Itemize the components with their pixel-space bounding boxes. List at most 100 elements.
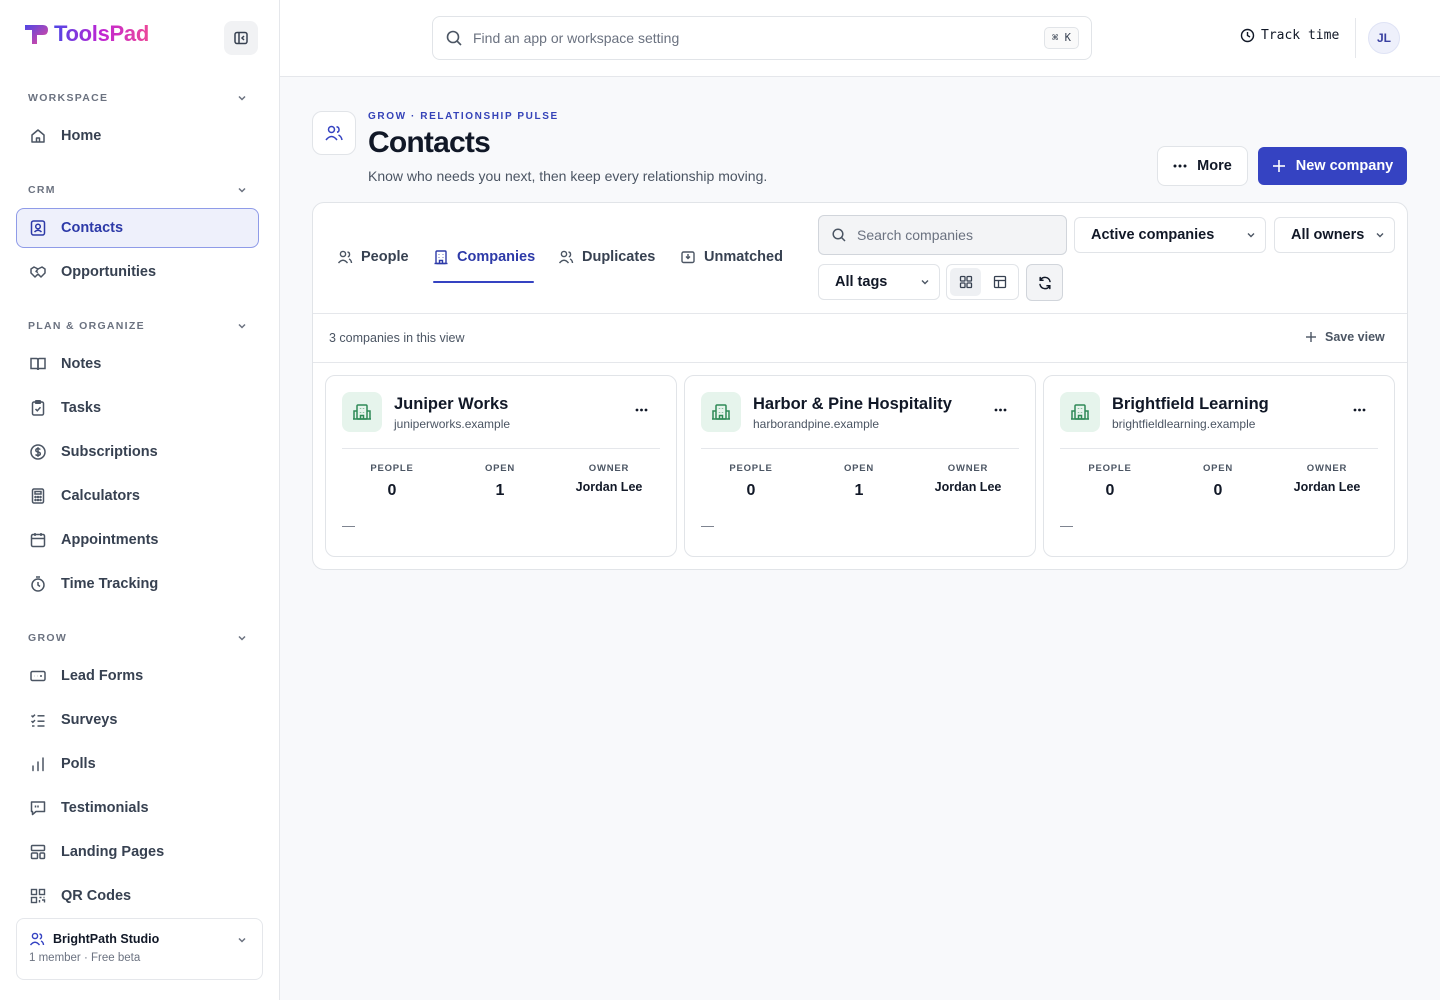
grid-view-button[interactable] [950, 268, 981, 296]
owner-select-value: All owners [1291, 227, 1365, 243]
owner-name: Jordan Lee [575, 480, 643, 494]
stat-label: OWNER [1306, 463, 1348, 474]
card-menu-button[interactable] [628, 398, 654, 422]
handshake-icon [30, 266, 46, 278]
sidebar-item-lead-forms[interactable]: Lead Forms [16, 656, 259, 696]
sidebar-item-calculators[interactable]: Calculators [16, 476, 259, 516]
company-name[interactable]: Juniper Works [394, 395, 508, 414]
user-avatar[interactable]: JL [1368, 22, 1400, 54]
sidebar-item-notes[interactable]: Notes [16, 344, 259, 384]
more-horizontal-icon [994, 408, 1006, 412]
workspace-switcher[interactable]: BrightPath Studio 1 member · Free beta [16, 918, 263, 980]
tab-label: Unmatched [704, 249, 783, 265]
tab-duplicates[interactable]: Duplicates [558, 249, 655, 265]
page-title: Contacts [368, 126, 491, 159]
clipboard-check-icon [31, 400, 45, 416]
chevron-down-icon [238, 323, 246, 329]
chevron-down-icon [238, 95, 246, 101]
page-icon [312, 111, 356, 155]
sidebar-item-opportunities[interactable]: Opportunities [16, 252, 259, 292]
plus-icon [1306, 332, 1316, 342]
chevron-down-icon [238, 635, 246, 641]
qr-code-icon [30, 888, 46, 904]
people-icon [337, 250, 353, 264]
company-note: — [701, 518, 714, 533]
company-name[interactable]: Brightfield Learning [1112, 395, 1269, 414]
company-icon [701, 392, 741, 432]
refresh-icon [1038, 276, 1051, 289]
collapse-sidebar-button[interactable] [224, 21, 258, 55]
bar-chart-icon [32, 757, 44, 772]
brand-logo[interactable]: ToolsPad [22, 20, 149, 48]
chevron-down-icon [1376, 233, 1384, 238]
company-domain: brightfieldlearning.example [1112, 417, 1256, 431]
people-count: 0 [387, 482, 397, 499]
sidebar-item-label: Surveys [61, 712, 118, 728]
tags-select[interactable]: All tags [818, 264, 940, 300]
global-search-input[interactable]: Find an app or workspace setting ⌘ K [432, 16, 1092, 60]
section-title: CRM [28, 184, 56, 196]
section-crm[interactable]: CRM [28, 184, 248, 196]
divider [1060, 448, 1378, 449]
sidebar-item-label: Lead Forms [61, 668, 144, 684]
section-title: PLAN & ORGANIZE [28, 320, 145, 332]
people-icon [325, 125, 343, 141]
tab-companies[interactable]: Companies [433, 249, 535, 265]
section-title: WORKSPACE [28, 92, 109, 104]
new-company-button[interactable]: New company [1258, 147, 1407, 185]
sidebar-item-qr-codes[interactable]: QR Codes [16, 876, 259, 916]
company-icon [342, 392, 382, 432]
company-search-input[interactable]: Search companies [818, 215, 1067, 255]
card-menu-button[interactable] [987, 398, 1013, 422]
company-card[interactable]: Brightfield Learning brightfieldlearning… [1043, 375, 1395, 557]
sidebar-item-label: Home [61, 128, 102, 144]
sidebar-item-polls[interactable]: Polls [16, 744, 259, 784]
sidebar-item-time-tracking[interactable]: Time Tracking [16, 564, 259, 604]
sidebar-item-label: Calculators [61, 488, 140, 504]
people-icon [558, 250, 574, 264]
sidebar-item-appointments[interactable]: Appointments [16, 520, 259, 560]
sidebar-item-home[interactable]: Home [16, 116, 259, 156]
more-button[interactable]: More [1157, 146, 1248, 186]
more-horizontal-icon [1353, 408, 1365, 412]
owner-stat: OWNER Jordan Lee [1277, 463, 1377, 494]
tab-unmatched[interactable]: Unmatched [680, 249, 783, 265]
section-title: GROW [28, 632, 68, 644]
sidebar-item-label: Opportunities [61, 264, 157, 280]
sidebar-item-landing-pages[interactable]: Landing Pages [16, 832, 259, 872]
company-note: — [342, 518, 355, 533]
track-time-button[interactable]: Track time [1240, 28, 1339, 43]
result-count: 3 companies in this view [329, 331, 465, 345]
refresh-button[interactable] [1026, 264, 1063, 301]
tab-label: Companies [457, 249, 536, 265]
companies-panel: People Companies Duplicates Unmatched Se… [312, 202, 1408, 570]
stat-label: OWNER [588, 463, 630, 474]
home-icon [31, 129, 45, 143]
company-card[interactable]: Harbor & Pine Hospitality harborandpine.… [684, 375, 1036, 557]
sidebar-item-tasks[interactable]: Tasks [16, 388, 259, 428]
owner-select[interactable]: All owners [1274, 217, 1395, 253]
status-select[interactable]: Active companies [1074, 217, 1266, 253]
tab-people[interactable]: People [337, 249, 409, 265]
sidebar-item-testimonials[interactable]: Testimonials [16, 788, 259, 828]
sidebar-item-contacts[interactable]: Contacts [16, 208, 259, 248]
open-stat: OPEN 1 [450, 463, 550, 500]
sidebar-item-subscriptions[interactable]: Subscriptions [16, 432, 259, 472]
workspace-meta: 1 member · Free beta [29, 952, 141, 964]
section-grow[interactable]: GROW [28, 632, 248, 644]
stat-label: OPEN [843, 463, 875, 474]
search-placeholder: Find an app or workspace setting [473, 30, 680, 46]
section-workspace[interactable]: WORKSPACE [28, 92, 248, 104]
stat-label: OPEN [1202, 463, 1234, 474]
save-view-button[interactable]: Save view [1305, 330, 1385, 344]
brand-name: ToolsPad [54, 21, 149, 46]
table-view-button[interactable] [984, 268, 1015, 296]
section-plan-organize[interactable]: PLAN & ORGANIZE [28, 320, 248, 332]
company-card[interactable]: Juniper Works juniperworks.example PEOPL… [325, 375, 677, 557]
tab-label: Duplicates [582, 249, 656, 265]
sidebar-item-surveys[interactable]: Surveys [16, 700, 259, 740]
notes-icon [30, 357, 46, 371]
card-menu-button[interactable] [1346, 398, 1372, 422]
company-name[interactable]: Harbor & Pine Hospitality [753, 395, 952, 414]
building-icon [1071, 404, 1089, 420]
